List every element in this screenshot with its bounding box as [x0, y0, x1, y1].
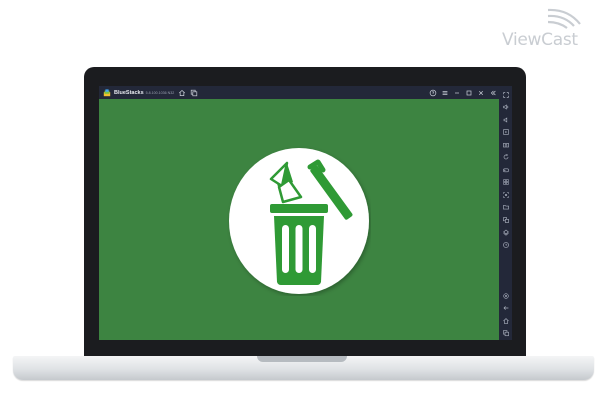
- screen-record-icon[interactable]: [502, 191, 510, 199]
- trash-bin-icon[interactable]: [227, 142, 371, 296]
- home-icon[interactable]: [178, 89, 186, 97]
- help-icon[interactable]: [429, 89, 437, 97]
- game-controls-icon[interactable]: [502, 166, 510, 174]
- volume-up-icon[interactable]: [502, 103, 510, 111]
- eco-mode-icon[interactable]: [502, 228, 510, 236]
- emulator-window: BlueStacks 5.8.100.1036 N32: [99, 86, 512, 340]
- window-titlebar: BlueStacks 5.8.100.1036 N32: [99, 86, 499, 99]
- replay-icon[interactable]: [502, 241, 510, 249]
- multi-instance-icon[interactable]: [190, 89, 198, 97]
- menu-icon[interactable]: [441, 89, 449, 97]
- rotate-icon[interactable]: [502, 153, 510, 161]
- home-icon[interactable]: [502, 317, 510, 325]
- viewcast-watermark: ViewCast: [502, 6, 598, 52]
- close-icon[interactable]: [477, 89, 485, 97]
- laptop-notch: [257, 356, 347, 362]
- fullscreen-icon[interactable]: [502, 91, 510, 99]
- volume-down-icon[interactable]: [502, 116, 510, 124]
- screenshot-icon[interactable]: [502, 141, 510, 149]
- window-title: BlueStacks: [114, 89, 144, 96]
- media-icon[interactable]: [502, 128, 510, 136]
- emulator-content: [99, 99, 499, 340]
- window-version: 5.8.100.1036 N32: [145, 90, 175, 95]
- maximize-icon[interactable]: [465, 89, 473, 97]
- back-icon[interactable]: [502, 304, 510, 312]
- multi-instance-sync-icon[interactable]: [502, 216, 510, 224]
- bluestacks-logo-icon: [103, 88, 111, 96]
- emulator-sidebar: [499, 86, 512, 340]
- watermark-text: ViewCast: [502, 30, 578, 50]
- minimize-icon[interactable]: [453, 89, 461, 97]
- recent-apps-icon[interactable]: [502, 329, 510, 337]
- window-controls: [425, 89, 499, 97]
- collapse-sidebar-icon[interactable]: [489, 89, 497, 97]
- macro-icon[interactable]: [502, 178, 510, 186]
- settings-icon[interactable]: [502, 292, 510, 300]
- folder-icon[interactable]: [502, 203, 510, 211]
